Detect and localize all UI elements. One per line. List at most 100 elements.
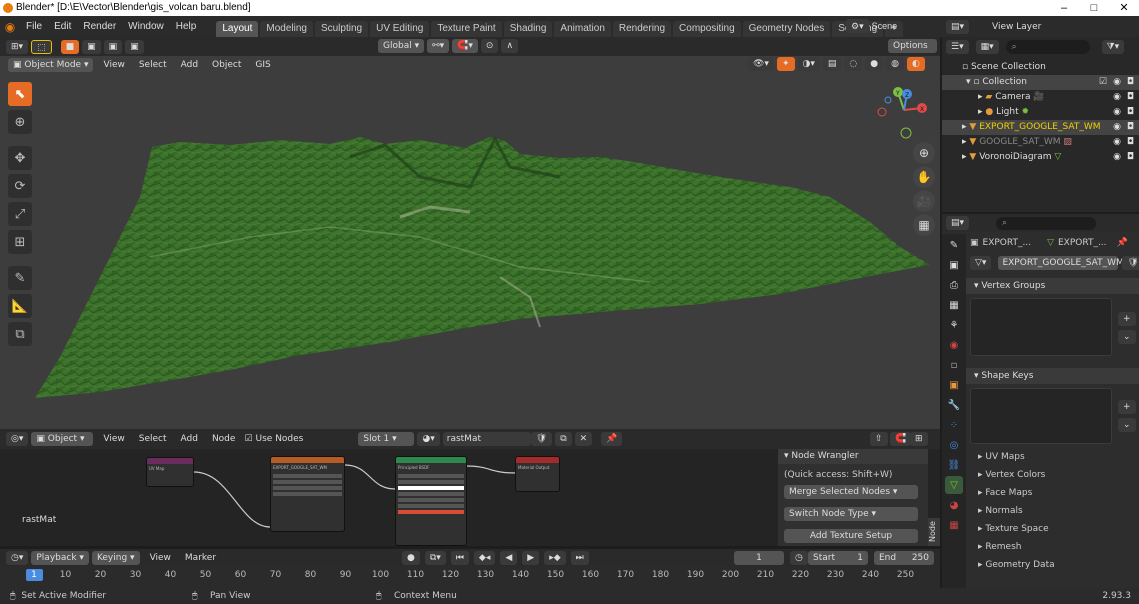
transform-orientation-dropdown[interactable]: Global ▾ xyxy=(378,39,425,53)
constraints-tab-icon[interactable]: ⛓ xyxy=(945,456,963,474)
node-field[interactable] xyxy=(273,486,342,490)
outliner-item-camera[interactable]: ▸ ▰ Camera 🎥 ◉ ◘ xyxy=(942,90,1139,105)
outliner-display-icon[interactable]: ☰▾ xyxy=(946,40,969,54)
close-button[interactable]: ✕ xyxy=(1109,0,1139,16)
gizmo-toggle-icon[interactable]: ✦ xyxy=(776,57,795,71)
prev-keyframe-icon[interactable]: ◆◂ xyxy=(473,551,496,565)
record-icon[interactable]: ● xyxy=(402,551,420,565)
section-geometry-data[interactable]: ▸ Geometry Data xyxy=(966,556,1139,574)
shape-keys-panel-header[interactable]: ▾ Shape Keys xyxy=(966,368,1139,384)
node-menu-view[interactable]: View xyxy=(96,434,131,444)
pin-icon[interactable]: 📌 xyxy=(1117,238,1128,248)
pivot-point-icon[interactable]: ⚯▾ xyxy=(427,39,450,53)
jump-start-icon[interactable]: ⏮ xyxy=(450,551,469,565)
eye-icon[interactable]: ◉ xyxy=(1113,90,1121,105)
render-tab-icon[interactable]: ▣ xyxy=(945,256,963,274)
shading-wire-icon[interactable]: ◌ xyxy=(844,57,863,71)
start-frame-field[interactable]: Start 1 xyxy=(808,551,868,565)
mesh-name-field[interactable]: EXPORT_GOOGLE_SAT_WM xyxy=(998,256,1124,270)
timeline[interactable]: 1 10 20 30 40 50 60 70 80 90 100 110 120 130 140 150 160… xyxy=(0,566,940,588)
eye-icon[interactable]: ◉ xyxy=(1113,105,1121,120)
material-name-field[interactable]: rastMat xyxy=(442,432,531,446)
material-browse-icon[interactable]: ◕▾ xyxy=(417,432,440,446)
output-tab-icon[interactable]: ⎙ xyxy=(945,276,963,294)
snap-icon[interactable]: 🧲 xyxy=(890,432,912,446)
viewport-menu-view[interactable]: View xyxy=(96,60,131,70)
viewport-menu-gis[interactable]: GIS xyxy=(248,60,277,70)
tab-shading[interactable]: Shading xyxy=(503,21,553,37)
preview-range-icon[interactable]: ◷ xyxy=(790,551,808,565)
view-layer-tab-icon[interactable]: ▦ xyxy=(945,296,963,314)
add-texture-setup-button[interactable]: Add Texture Setup xyxy=(784,529,918,543)
shape-keys-list[interactable] xyxy=(970,388,1112,444)
world-tab-icon[interactable]: ◉ xyxy=(945,336,963,354)
tab-sculpting[interactable]: Sculpting xyxy=(314,21,369,37)
material-tab-icon[interactable]: ◕ xyxy=(945,496,963,514)
node-editor-type-icon[interactable]: ◎▾ xyxy=(6,432,29,446)
properties-editor-icon[interactable]: ▤▾ xyxy=(946,216,970,230)
vertex-groups-panel-header[interactable]: ▾ Vertex Groups xyxy=(966,278,1139,294)
editor-type-icon[interactable]: ⊞▾ xyxy=(6,39,29,54)
select-mode-extend-icon[interactable]: ▣ xyxy=(82,39,101,54)
node-color-field[interactable] xyxy=(398,486,464,490)
options-dropdown[interactable]: Options ▾ xyxy=(888,39,937,65)
node-menu-node[interactable]: Node xyxy=(205,434,243,444)
scene-selector[interactable]: ⚙▾ Scene xyxy=(846,19,952,33)
tab-rendering[interactable]: Rendering xyxy=(612,21,672,37)
camera-icon[interactable]: ◘ xyxy=(1127,135,1134,150)
tab-uv-editing[interactable]: UV Editing xyxy=(370,21,430,37)
breadcrumb-object[interactable]: EXPORT_... xyxy=(983,238,1032,248)
section-remesh[interactable]: ▸ Remesh xyxy=(966,538,1139,556)
chevron-right-icon[interactable]: ▸ xyxy=(978,107,983,117)
modifier-tab-icon[interactable]: 🔧 xyxy=(945,396,963,414)
eye-icon[interactable]: ◉ xyxy=(1113,75,1121,90)
chevron-right-icon[interactable]: ▸ xyxy=(962,137,967,147)
viewport-menu-select[interactable]: Select xyxy=(132,60,174,70)
use-nodes-checkbox[interactable]: ☑ xyxy=(244,434,252,444)
node-principled-bsdf[interactable]: Principled BSDF xyxy=(395,456,467,546)
fake-user-icon[interactable]: 🛡 xyxy=(1122,256,1139,270)
section-vertex-colors[interactable]: ▸ Vertex Colors xyxy=(966,466,1139,484)
eye-icon[interactable]: ◉ xyxy=(1113,150,1121,165)
chevron-right-icon[interactable]: ▸ xyxy=(962,122,967,132)
node-field[interactable] xyxy=(398,504,464,508)
camera-icon[interactable]: ◘ xyxy=(1127,105,1134,120)
section-normals[interactable]: ▸ Normals xyxy=(966,502,1139,520)
chevron-down-icon[interactable]: ▾ xyxy=(966,77,971,87)
properties-search-input[interactable]: ⌕ xyxy=(996,216,1097,230)
snap-mode-icon[interactable]: ⊞ xyxy=(910,432,928,446)
navigation-gizmo[interactable]: X Y Z xyxy=(874,80,934,140)
menu-window[interactable]: Window xyxy=(122,16,170,37)
shading-material-icon[interactable]: ◍ xyxy=(886,57,904,71)
shading-solid-icon[interactable]: ● xyxy=(865,57,884,71)
outliner-item-google-sat[interactable]: ▸ ▼ GOOGLE_SAT_WM ▨ ◉ ◘ xyxy=(942,135,1139,150)
annotate-tool-icon[interactable]: ✎ xyxy=(8,266,32,290)
rotate-tool-icon[interactable]: ⟳ xyxy=(8,174,32,198)
add-shape-key-icon[interactable]: + xyxy=(1118,400,1136,414)
outliner-item-light[interactable]: ▸ ● Light ✹ ◉ ◘ xyxy=(942,105,1139,120)
tab-modeling[interactable]: Modeling xyxy=(260,21,313,37)
node-uv-map[interactable]: UV Map xyxy=(146,457,194,487)
falloff-icon[interactable]: ∧ xyxy=(501,39,519,53)
node-field[interactable] xyxy=(398,498,464,502)
section-texture-space[interactable]: ▸ Texture Space xyxy=(966,520,1139,538)
section-uv-maps[interactable]: ▸ UV Maps xyxy=(966,448,1139,466)
outliner-mode-icon[interactable]: ▦▾ xyxy=(975,40,999,54)
camera-icon[interactable]: ◘ xyxy=(1127,150,1134,165)
minimize-button[interactable]: – xyxy=(1049,0,1079,16)
cursor-tool-icon[interactable]: ⊕ xyxy=(8,110,32,134)
scene-collection-row[interactable]: ▫ Scene Collection xyxy=(942,60,1139,75)
node-material-output[interactable]: Material Output xyxy=(515,456,560,492)
overlay-icon[interactable]: ◑▾ xyxy=(797,57,820,71)
chevron-right-icon[interactable]: ▸ xyxy=(962,152,967,162)
pin-icon[interactable]: 📌 xyxy=(601,432,623,446)
maximize-button[interactable]: □ xyxy=(1079,0,1109,16)
auto-key-icon[interactable]: ⧉▾ xyxy=(424,551,446,565)
mesh-browse-icon[interactable]: ▽▾ xyxy=(970,256,992,270)
tab-compositing[interactable]: Compositing xyxy=(673,21,741,37)
timeline-menu-marker[interactable]: Marker xyxy=(178,553,223,563)
tab-animation[interactable]: Animation xyxy=(554,21,611,37)
section-face-maps[interactable]: ▸ Face Maps xyxy=(966,484,1139,502)
vertex-groups-list[interactable] xyxy=(970,298,1112,356)
playback-dropdown[interactable]: Playback ▾ xyxy=(31,550,89,565)
